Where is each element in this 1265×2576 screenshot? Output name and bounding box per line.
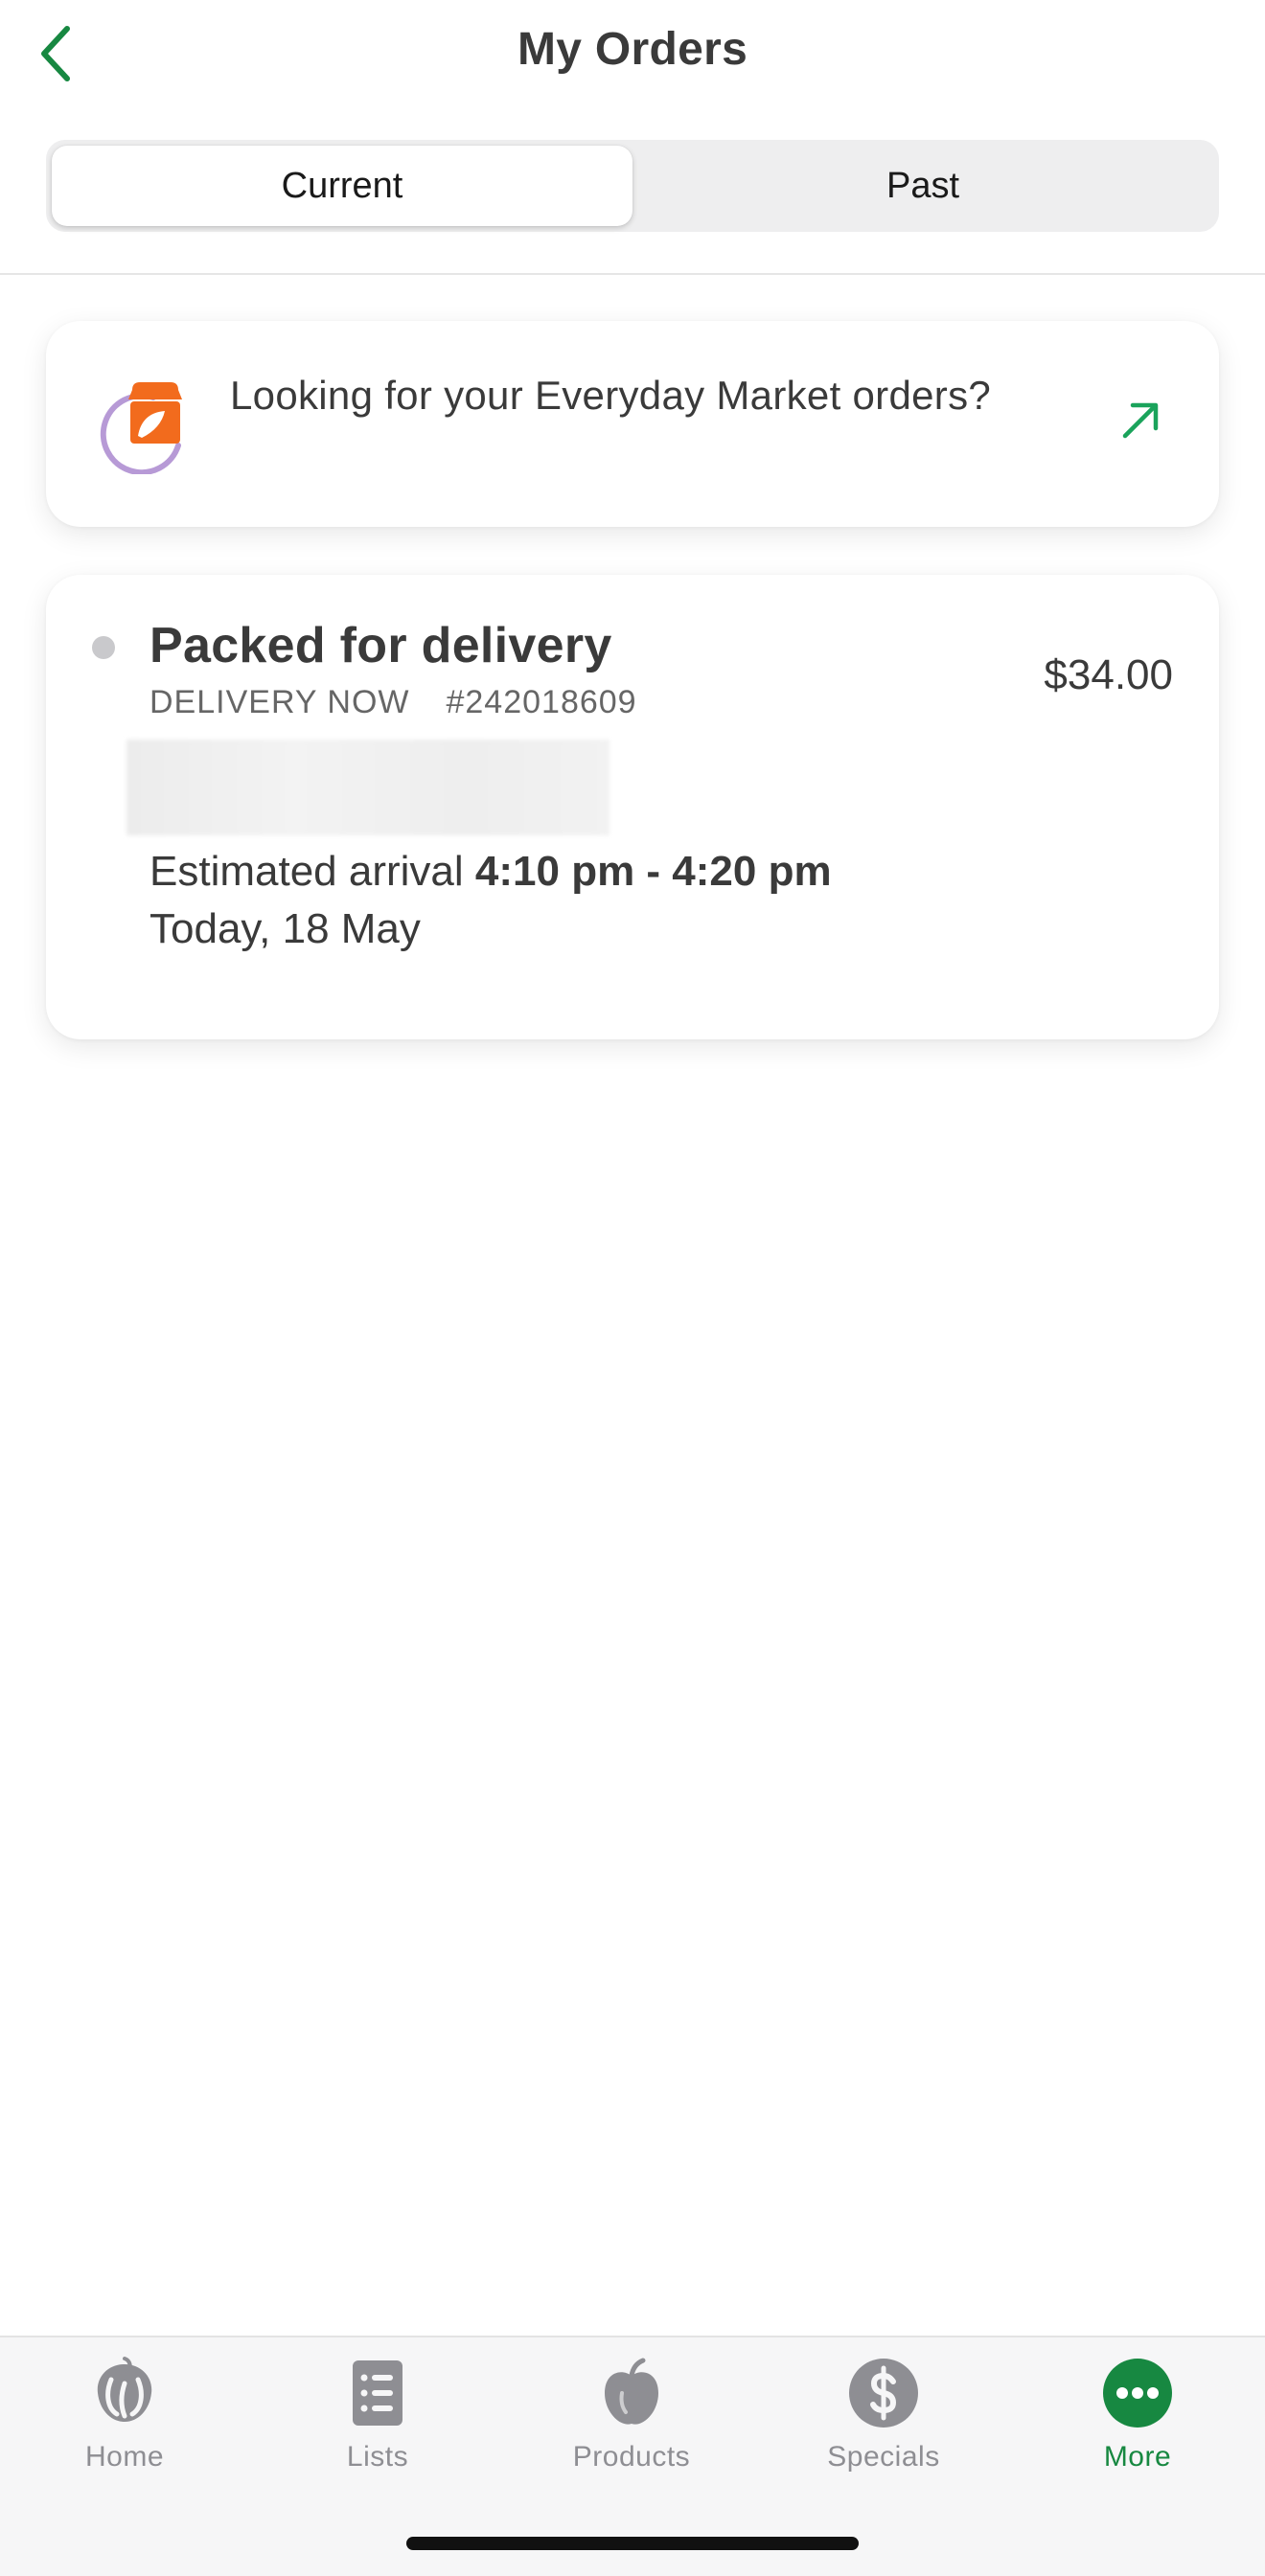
everyday-market-orders-card[interactable]: Looking for your Everyday Market orders? (46, 321, 1219, 527)
arrival-date: Today, 18 May (150, 905, 421, 952)
tab-more-label: More (1103, 2441, 1172, 2473)
everyday-market-logo-icon (100, 382, 182, 474)
tab-current[interactable]: Current (52, 146, 632, 226)
order-card[interactable]: Packed for delivery DELIVERY NOW #2420186… (46, 575, 1219, 1039)
list-icon (353, 2360, 402, 2426)
status-dot (92, 636, 115, 659)
tab-home-label: Home (84, 2441, 165, 2473)
page-title: My Orders (517, 24, 748, 75)
arrow-up-right-icon (1122, 402, 1159, 439)
redacted-address (126, 740, 610, 835)
tab-products[interactable]: Products (526, 2351, 737, 2495)
tab-specials[interactable]: Specials (778, 2351, 989, 2495)
order-meta: DELIVERY NOW #242018609 (150, 684, 637, 721)
arrival-prefix: Estimated arrival (150, 848, 464, 895)
everyday-market-orders-text: Looking for your Everyday Market orders? (230, 373, 992, 418)
order-status: Packed for delivery (150, 618, 612, 673)
dollar-icon (849, 2359, 918, 2428)
order-number: #242018609 (446, 684, 637, 720)
arrival-window: 4:10 pm - 4:20 pm (474, 848, 832, 895)
order-price: $34.00 (1044, 651, 1173, 698)
tab-specials-label: Specials (827, 2441, 940, 2473)
orders-segmented-control: Current Past (46, 140, 1219, 232)
apple-icon (605, 2358, 658, 2425)
tab-home[interactable]: Home (19, 2351, 230, 2495)
header: My Orders (0, 0, 1265, 105)
woolworths-logo-icon (97, 2357, 152, 2422)
header-divider (0, 273, 1265, 275)
tab-lists-label: Lists (346, 2441, 409, 2473)
tab-lists[interactable]: Lists (272, 2351, 483, 2495)
home-indicator (406, 2537, 859, 2550)
estimated-arrival: Estimated arrival 4:10 pm - 4:20 pm (150, 843, 832, 900)
tab-more[interactable]: More (1032, 2351, 1243, 2495)
more-icon (1103, 2359, 1172, 2428)
delivery-type: DELIVERY NOW (150, 684, 410, 720)
tab-products-label: Products (572, 2441, 691, 2473)
tab-past[interactable]: Past (632, 146, 1213, 226)
